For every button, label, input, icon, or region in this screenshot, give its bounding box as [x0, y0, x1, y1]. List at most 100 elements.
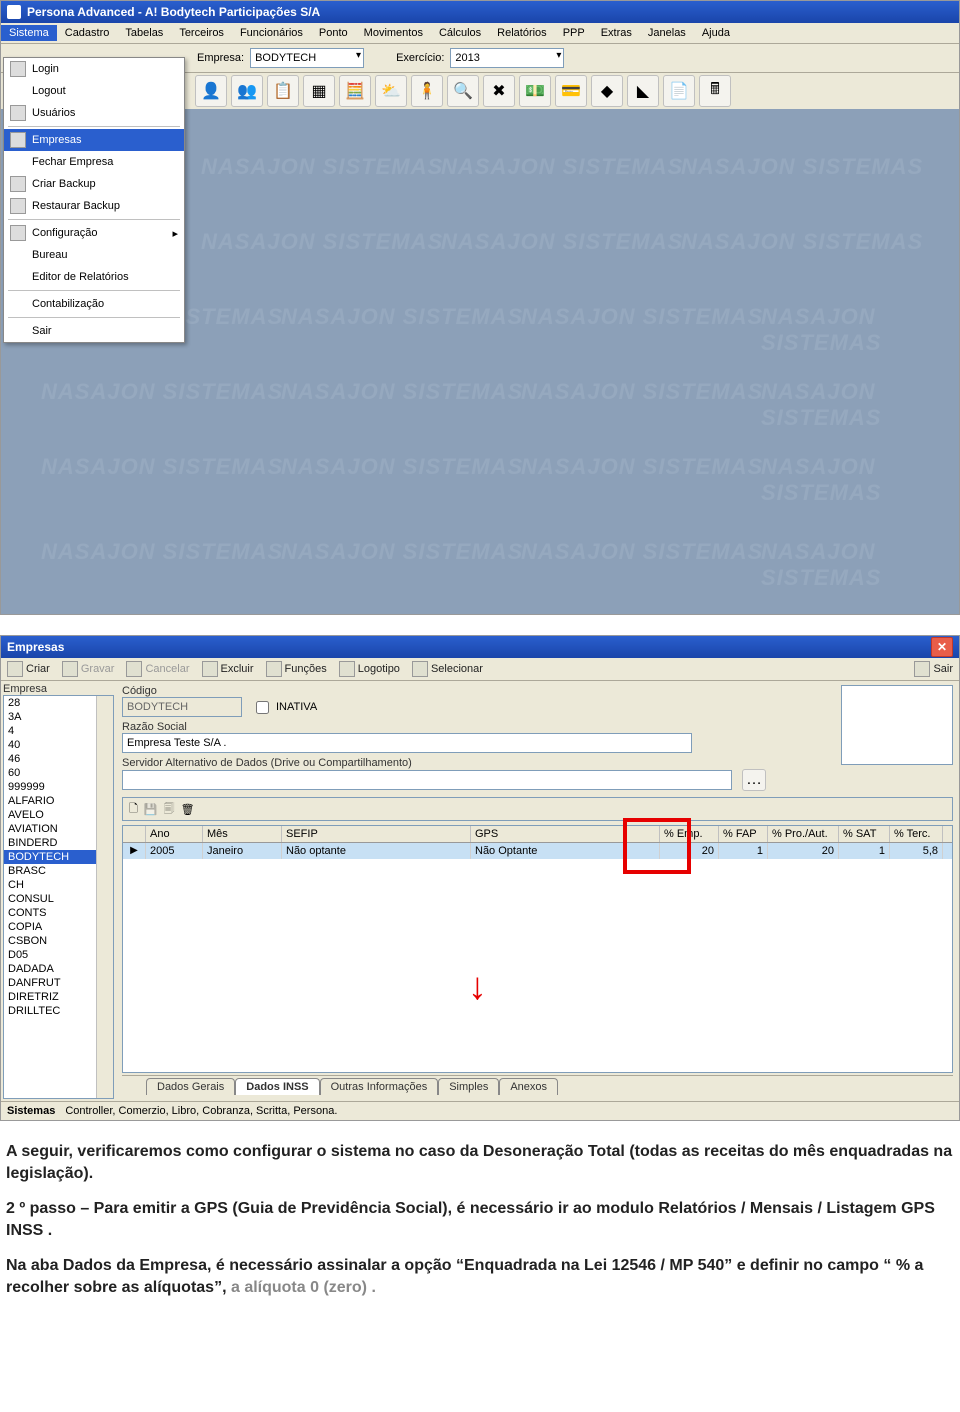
list-item[interactable]: BINDERD	[4, 836, 113, 850]
list-item[interactable]: ALFARIO	[4, 794, 113, 808]
menu-item-usuarios[interactable]: Usuários	[4, 102, 184, 124]
menu-item-sair[interactable]: Sair	[4, 320, 184, 342]
grid-copy-icon[interactable]: 🗐	[164, 800, 175, 819]
col-terc[interactable]: % Terc.	[890, 826, 943, 842]
criar-button[interactable]: Criar	[7, 661, 50, 677]
col-sefip[interactable]: SEFIP	[282, 826, 471, 842]
cell-ano[interactable]: 2005	[146, 843, 203, 859]
toolbar-btn-10[interactable]: 💵	[519, 75, 551, 107]
tab-anexos[interactable]: Anexos	[499, 1078, 558, 1095]
menu-extras[interactable]: Extras	[593, 25, 640, 41]
menu-cadastro[interactable]: Cadastro	[57, 25, 118, 41]
menu-ponto[interactable]: Ponto	[311, 25, 356, 41]
excluir-button[interactable]: Excluir	[202, 661, 254, 677]
toolbar-btn-4[interactable]: ▦	[303, 75, 335, 107]
tab-outras-informacoes[interactable]: Outras Informações	[320, 1078, 439, 1095]
list-item[interactable]: AVIATION	[4, 822, 113, 836]
sair-button[interactable]: Sair	[914, 661, 953, 677]
tab-dados-inss[interactable]: Dados INSS	[235, 1078, 319, 1095]
toolbar-btn-15[interactable]: 🖩	[699, 75, 731, 107]
toolbar-btn-11[interactable]: 💳	[555, 75, 587, 107]
close-button[interactable]: ✕	[931, 637, 953, 657]
menu-janelas[interactable]: Janelas	[640, 25, 694, 41]
toolbar-btn-1[interactable]: 👤	[195, 75, 227, 107]
cell-mes[interactable]: Janeiro	[203, 843, 282, 859]
razao-field[interactable]: Empresa Teste S/A .	[122, 733, 692, 753]
list-item[interactable]: 28	[4, 696, 113, 710]
menu-item-logout[interactable]: Logout	[4, 80, 184, 102]
logotipo-button[interactable]: Logotipo	[339, 661, 400, 677]
list-item[interactable]: 46	[4, 752, 113, 766]
toolbar-btn-12[interactable]: ◆	[591, 75, 623, 107]
inativa-checkbox[interactable]: INATIVA	[252, 698, 317, 717]
menu-item-empresas[interactable]: Empresas	[4, 129, 184, 151]
list-item[interactable]: CSBON	[4, 934, 113, 948]
list-item[interactable]: AVELO	[4, 808, 113, 822]
col-proaut[interactable]: % Pro./Aut.	[768, 826, 839, 842]
codigo-field[interactable]: BODYTECH	[122, 697, 242, 717]
list-item[interactable]: D05	[4, 948, 113, 962]
toolbar-btn-5[interactable]: 🧮	[339, 75, 371, 107]
toolbar-btn-9[interactable]: ✖	[483, 75, 515, 107]
cancelar-button[interactable]: Cancelar	[126, 661, 189, 677]
menu-terceiros[interactable]: Terceiros	[171, 25, 232, 41]
empresa-combo[interactable]: BODYTECH	[250, 48, 364, 68]
cell-emp[interactable]: 20	[660, 843, 719, 859]
menu-tabelas[interactable]: Tabelas	[117, 25, 171, 41]
list-item[interactable]: CONSUL	[4, 892, 113, 906]
list-item[interactable]: 3A	[4, 710, 113, 724]
tab-dados-gerais[interactable]: Dados Gerais	[146, 1078, 235, 1095]
servidor-browse-button[interactable]: …	[742, 769, 766, 791]
menu-ajuda[interactable]: Ajuda	[694, 25, 738, 41]
menu-funcionarios[interactable]: Funcionários	[232, 25, 311, 41]
list-item[interactable]: DANFRUT	[4, 976, 113, 990]
menu-item-contabilizacao[interactable]: Contabilização	[4, 293, 184, 315]
menu-item-editor-relatorios[interactable]: Editor de Relatórios	[4, 266, 184, 288]
list-item[interactable]: DIRETRIZ	[4, 990, 113, 1004]
cell-gps[interactable]: Não Optante	[471, 843, 660, 859]
list-item[interactable]: DRILLTEC	[4, 1004, 113, 1018]
menu-item-login[interactable]: Login	[4, 58, 184, 80]
tab-simples[interactable]: Simples	[438, 1078, 499, 1095]
toolbar-btn-3[interactable]: 📋	[267, 75, 299, 107]
menu-item-bureau[interactable]: Bureau	[4, 244, 184, 266]
menu-sistema[interactable]: Sistema	[1, 25, 57, 41]
servidor-field[interactable]	[122, 770, 732, 790]
toolbar-btn-7[interactable]: 🧍	[411, 75, 443, 107]
exercicio-combo[interactable]: 2013	[450, 48, 564, 68]
toolbar-btn-13[interactable]: ◣	[627, 75, 659, 107]
empresa-listbox[interactable]: 28 3A 4 40 46 60 999999 ALFARIO AVELO AV…	[3, 695, 114, 1099]
cell-terc[interactable]: 5,8	[890, 843, 943, 859]
toolbar-btn-8[interactable]: 🔍	[447, 75, 479, 107]
list-item[interactable]: CONTS	[4, 906, 113, 920]
cell-fap[interactable]: 1	[719, 843, 768, 859]
inss-grid[interactable]: Ano Mês SEFIP GPS % Emp. % FAP % Pro./Au…	[122, 825, 953, 1073]
list-item[interactable]: 4	[4, 724, 113, 738]
menu-item-fechar-empresa[interactable]: Fechar Empresa	[4, 151, 184, 173]
menu-item-configuracao[interactable]: Configuração▸	[4, 222, 184, 244]
list-item[interactable]: 40	[4, 738, 113, 752]
grid-save-icon[interactable]: 💾	[144, 803, 158, 816]
cell-sefip[interactable]: Não optante	[282, 843, 471, 859]
grid-delete-icon[interactable]: 🗑	[181, 803, 195, 816]
col-ano[interactable]: Ano	[146, 826, 203, 842]
col-mes[interactable]: Mês	[203, 826, 282, 842]
grid-row[interactable]: ▶ 2005 Janeiro Não optante Não Optante 2…	[123, 843, 952, 859]
col-fap[interactable]: % FAP	[719, 826, 768, 842]
menu-relatorios[interactable]: Relatórios	[489, 25, 555, 41]
menu-calculos[interactable]: Cálculos	[431, 25, 489, 41]
toolbar-btn-6[interactable]: ⛅	[375, 75, 407, 107]
col-emp[interactable]: % Emp.	[660, 826, 719, 842]
list-item[interactable]: BRASC	[4, 864, 113, 878]
list-item[interactable]: 999999	[4, 780, 113, 794]
funcoes-button[interactable]: Funções	[266, 661, 327, 677]
list-item[interactable]: 60	[4, 766, 113, 780]
inativa-input[interactable]	[256, 701, 269, 714]
gravar-button[interactable]: Gravar	[62, 661, 115, 677]
menu-item-criar-backup[interactable]: Criar Backup	[4, 173, 184, 195]
toolbar-btn-2[interactable]: 👥	[231, 75, 263, 107]
cell-proaut[interactable]: 20	[768, 843, 839, 859]
list-item[interactable]: COPIA	[4, 920, 113, 934]
menu-item-restaurar-backup[interactable]: Restaurar Backup	[4, 195, 184, 217]
toolbar-btn-14[interactable]: 📄	[663, 75, 695, 107]
